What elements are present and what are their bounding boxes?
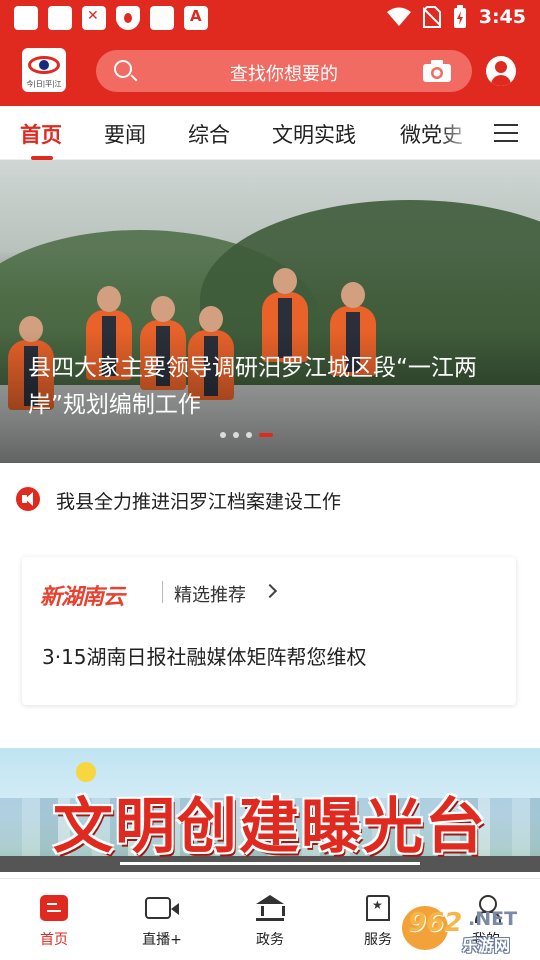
eye-logo-icon (28, 56, 60, 74)
clock: 3:45 (478, 6, 526, 28)
app-icon (14, 6, 38, 30)
home-icon (40, 895, 68, 921)
watermark-site: 乐游网 (462, 936, 511, 955)
chevron-right-icon[interactable] (262, 583, 278, 599)
app-icon (48, 6, 72, 30)
card-brand: 新湖南云 (40, 585, 125, 610)
logo-text: 今|日|平|江 (26, 80, 62, 88)
watermark-suffix: .NET (468, 908, 518, 930)
notification-icons (14, 6, 208, 30)
headline-carousel[interactable]: 县四大家主要领导调研汨罗江城区段“一江两岸”规划编制工作 (0, 160, 540, 463)
tab-news[interactable]: 要闻 (104, 119, 146, 149)
profile-icon[interactable] (486, 56, 516, 86)
no-sim-icon (422, 6, 441, 28)
carousel-dot[interactable] (246, 432, 252, 438)
government-icon (256, 895, 285, 921)
card-headline[interactable]: 3·15湖南日报社融媒体矩阵帮您维权 (42, 641, 367, 670)
notice-text[interactable]: 我县全力推进汨罗江档案建设工作 (56, 487, 341, 514)
nav-government[interactable]: 政务 (220, 879, 320, 960)
tab-home[interactable]: 首页 (20, 119, 62, 149)
card-subtitle[interactable]: 精选推荐 (174, 581, 246, 607)
status-bar: 3:45 (0, 0, 540, 36)
close-badge-icon (82, 6, 106, 30)
app-logo[interactable]: 今|日|平|江 (22, 48, 66, 92)
camera-icon[interactable] (422, 59, 452, 83)
nav-home[interactable]: 首页 (4, 879, 104, 960)
menu-icon[interactable] (494, 124, 518, 142)
tab-civilization[interactable]: 文明实践 (272, 119, 356, 149)
app-icon (150, 6, 174, 30)
app-header: 3:45 今|日|平|江 查找你想要的 (0, 0, 540, 106)
banner-title[interactable]: 县四大家主要领导调研汨罗江城区段“一江两岸”规划编制工作 (28, 350, 518, 424)
divider (162, 581, 163, 603)
carousel-dots (220, 432, 273, 438)
pdf-icon (184, 6, 208, 30)
video-icon (145, 897, 179, 919)
service-icon (366, 895, 390, 921)
nav-label: 政务 (256, 932, 284, 948)
tab-fade (440, 106, 485, 159)
system-icons: 3:45 (386, 5, 526, 29)
tab-general[interactable]: 综合 (188, 119, 230, 149)
nav-label: 直播+ (142, 932, 182, 948)
carousel-dot-active[interactable] (259, 433, 273, 437)
search-bar[interactable]: 查找你想要的 (96, 50, 472, 92)
promo-banner-text: 文明创建曝光台 (53, 792, 487, 862)
battery-charging-icon (453, 5, 466, 28)
promo-banner[interactable]: 文明创建曝光台 (0, 748, 540, 872)
search-placeholder: 查找你想要的 (230, 64, 338, 85)
watermark: 962 .NET 乐游网 (402, 906, 536, 956)
carousel-dot[interactable] (233, 432, 239, 438)
wifi-icon (386, 7, 411, 26)
category-tabs: 首页 要闻 综合 文明实践 微党史 (0, 106, 540, 160)
carousel-dot[interactable] (220, 432, 226, 438)
watermark-number: 962 (408, 908, 463, 938)
speaker-icon (16, 487, 40, 511)
nav-live[interactable]: 直播+ (112, 879, 212, 960)
recommendation-card[interactable]: 新湖南云 精选推荐 3·15湖南日报社融媒体矩阵帮您维权 (22, 557, 516, 705)
nav-label: 首页 (40, 932, 68, 948)
shield-icon (116, 6, 140, 30)
